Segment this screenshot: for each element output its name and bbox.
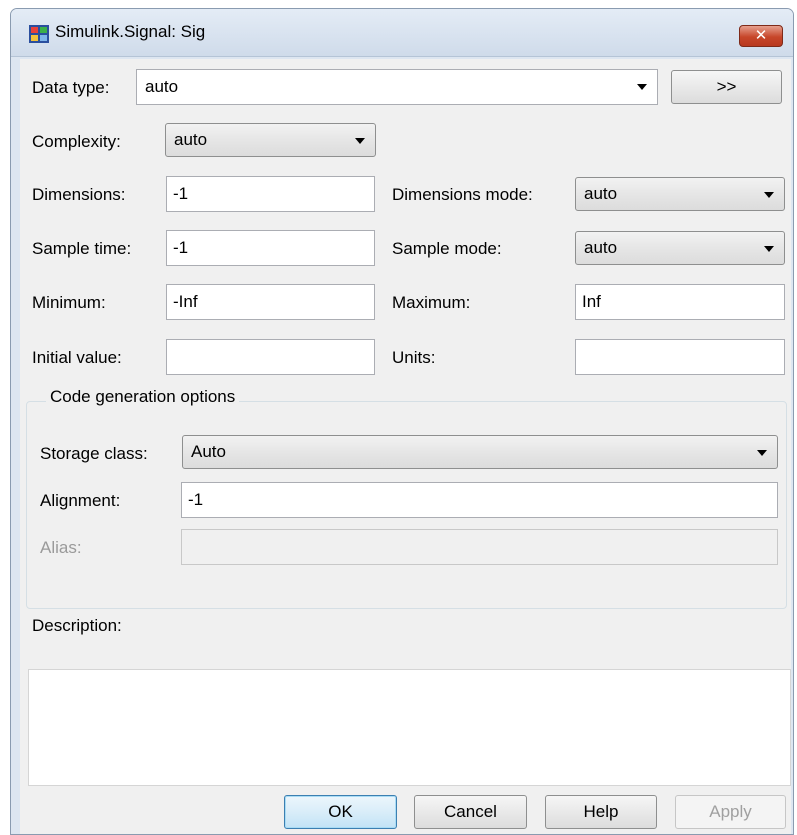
dimensions-mode-value: auto bbox=[584, 184, 618, 203]
sample-mode-label: Sample mode: bbox=[392, 239, 502, 258]
storage-class-label: Storage class: bbox=[40, 444, 148, 463]
data-type-assistant-button[interactable]: >> bbox=[671, 70, 782, 104]
cancel-button[interactable]: Cancel bbox=[414, 795, 527, 829]
alias-label: Alias: bbox=[40, 538, 82, 557]
dimensions-field[interactable]: -1 bbox=[166, 176, 375, 212]
dimensions-mode-select[interactable]: auto bbox=[575, 177, 785, 211]
help-button[interactable]: Help bbox=[545, 795, 657, 829]
chevron-down-icon bbox=[757, 450, 767, 456]
complexity-select[interactable]: auto bbox=[165, 123, 376, 157]
data-type-value: auto bbox=[145, 77, 179, 96]
cancel-label: Cancel bbox=[444, 802, 497, 821]
sample-time-label: Sample time: bbox=[32, 239, 132, 258]
initial-value-field[interactable] bbox=[166, 339, 375, 375]
expand-label: >> bbox=[716, 77, 737, 96]
minimum-label: Minimum: bbox=[32, 293, 106, 312]
chevron-down-icon bbox=[764, 246, 774, 252]
title-bar: Simulink.Signal: Sig ✕ bbox=[11, 9, 793, 57]
alignment-label: Alignment: bbox=[40, 491, 121, 510]
complexity-label: Complexity: bbox=[32, 132, 121, 151]
dialog-client-area: Data type: auto >> Complexity: auto Dime… bbox=[20, 59, 791, 834]
data-type-label: Data type: bbox=[32, 78, 110, 97]
dimensions-mode-label: Dimensions mode: bbox=[392, 185, 533, 204]
data-type-combo[interactable]: auto bbox=[136, 69, 658, 105]
storage-class-value: Auto bbox=[191, 442, 226, 461]
ok-label: OK bbox=[328, 802, 353, 821]
minimum-field[interactable]: -Inf bbox=[166, 284, 375, 320]
apply-label: Apply bbox=[709, 802, 752, 821]
maximum-field[interactable]: Inf bbox=[575, 284, 785, 320]
complexity-value: auto bbox=[174, 130, 208, 149]
maximum-label: Maximum: bbox=[392, 293, 471, 312]
help-label: Help bbox=[583, 802, 619, 821]
code-generation-title: Code generation options bbox=[46, 387, 240, 407]
chevron-down-icon[interactable] bbox=[637, 84, 647, 90]
initial-value-label: Initial value: bbox=[32, 348, 122, 367]
chevron-down-icon bbox=[764, 192, 774, 198]
storage-class-select[interactable]: Auto bbox=[182, 435, 778, 469]
description-textarea[interactable] bbox=[28, 669, 791, 786]
close-icon: ✕ bbox=[754, 27, 768, 44]
window-title: Simulink.Signal: Sig bbox=[55, 22, 206, 41]
alignment-field[interactable]: -1 bbox=[181, 482, 778, 518]
description-label: Description: bbox=[32, 616, 122, 635]
dialog-window: Simulink.Signal: Sig ✕ Data type: auto >… bbox=[10, 8, 794, 835]
sample-mode-value: auto bbox=[584, 238, 618, 257]
sample-time-field[interactable]: -1 bbox=[166, 230, 375, 266]
units-field[interactable] bbox=[575, 339, 785, 375]
close-button[interactable]: ✕ bbox=[739, 25, 783, 47]
chevron-down-icon bbox=[355, 138, 365, 144]
sample-mode-select[interactable]: auto bbox=[575, 231, 785, 265]
ok-button[interactable]: OK bbox=[284, 795, 397, 829]
alias-field bbox=[181, 529, 778, 565]
simulink-app-icon bbox=[29, 25, 49, 43]
units-label: Units: bbox=[392, 348, 436, 367]
apply-button: Apply bbox=[675, 795, 786, 829]
dimensions-label: Dimensions: bbox=[32, 185, 126, 204]
